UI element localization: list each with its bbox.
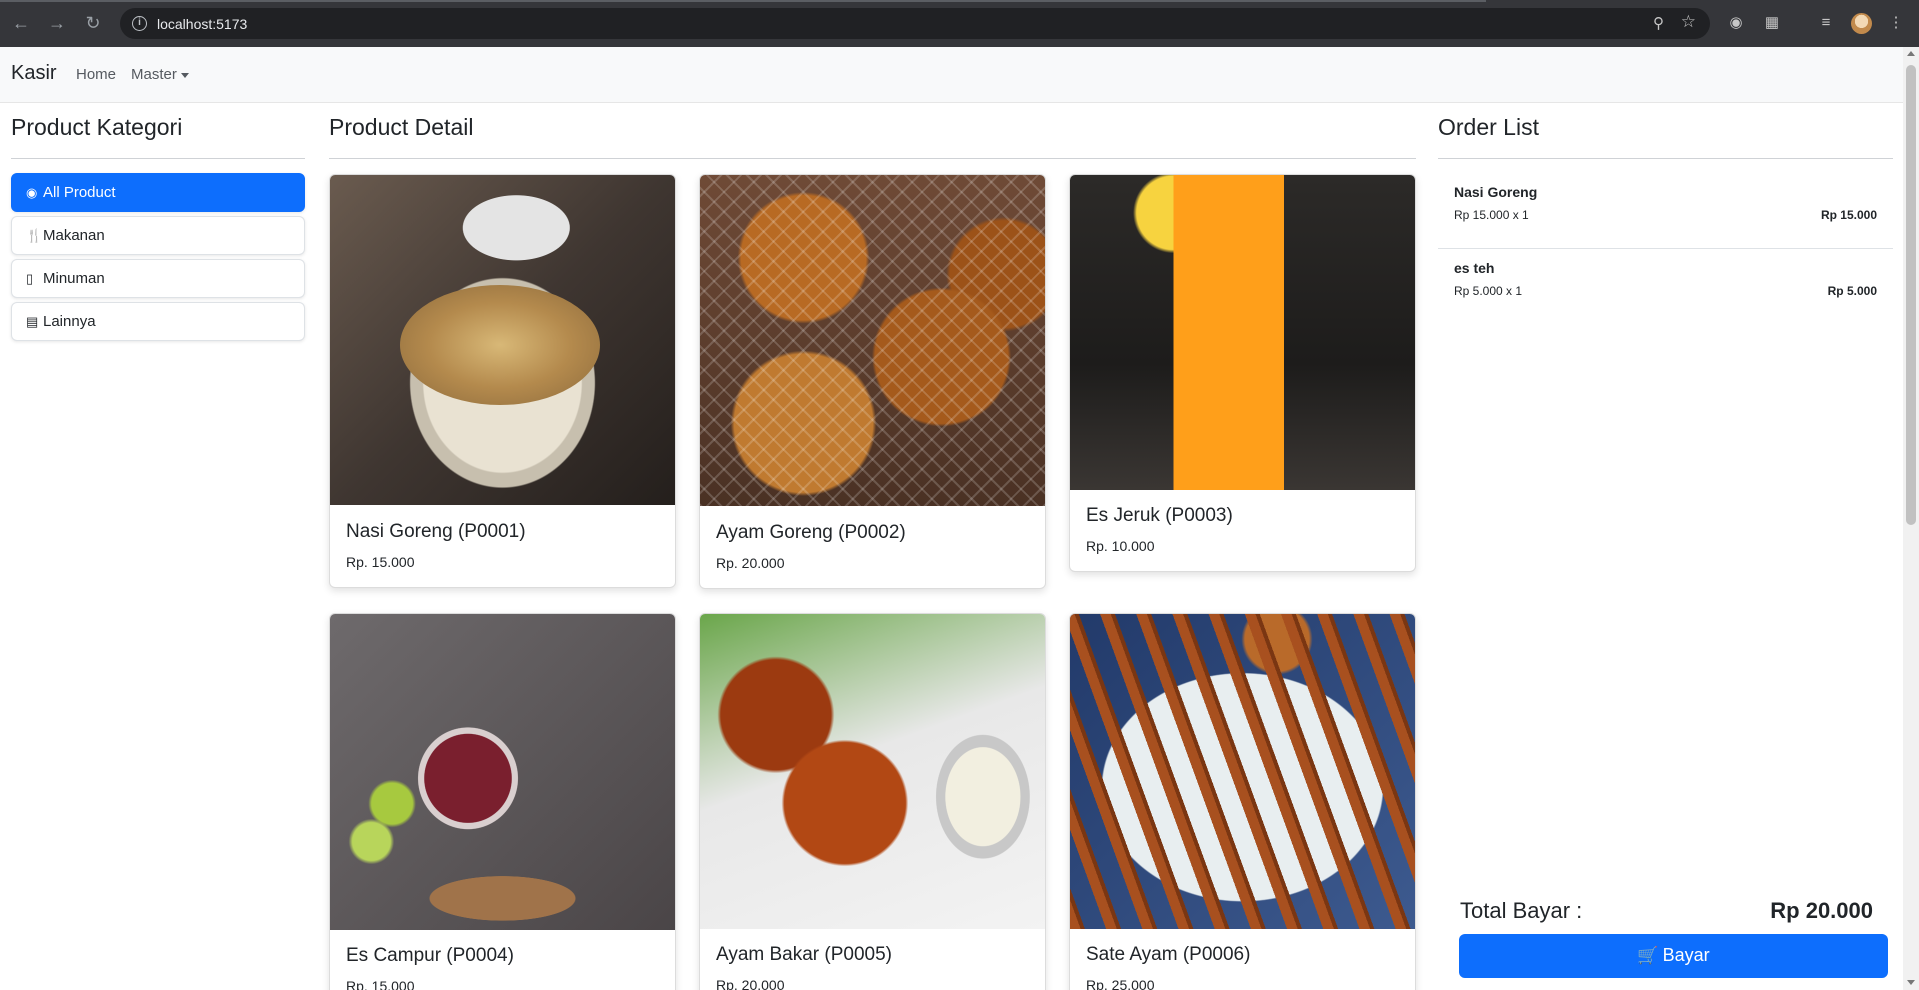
drink-icon: ▯ <box>26 271 34 286</box>
profile-avatar[interactable] <box>1851 13 1872 34</box>
order-list-title: Order List <box>1438 114 1539 140</box>
total-bayar-label: Total Bayar : <box>1460 898 1583 923</box>
product-image <box>700 175 1045 506</box>
scroll-up-icon[interactable] <box>1907 51 1915 56</box>
product-card-p0006[interactable]: Sate Ayam (P0006) Rp. 25.000 <box>1069 613 1416 990</box>
bookmark-star-icon[interactable]: ☆ <box>1681 12 1696 32</box>
app-navbar: Kasir Home Master <box>0 47 1903 103</box>
order-divider <box>1438 158 1893 159</box>
bayar-label: Bayar <box>1662 945 1710 965</box>
reading-list-icon[interactable]: ≡ <box>1815 12 1837 34</box>
page-scrollbar[interactable] <box>1903 47 1919 990</box>
utensils-icon: 🍴 <box>26 228 43 243</box>
product-card-p0005[interactable]: Ayam Bakar (P0005) Rp. 20.000 <box>699 613 1046 990</box>
order-item-total: Rp 5.000 <box>1827 284 1877 298</box>
product-price: Rp. 10.000 <box>1086 538 1155 554</box>
address-url[interactable]: localhost:5173 <box>157 16 247 32</box>
product-divider <box>329 158 1416 159</box>
product-price: Rp. 15.000 <box>346 554 415 570</box>
order-item-qty: Rp 5.000 x 1 <box>1454 284 1523 298</box>
product-image <box>1070 175 1415 490</box>
category-label: Makanan <box>43 227 105 244</box>
product-name: Es Campur (P0004) <box>346 945 514 966</box>
all-product-icon: ◉ <box>26 185 38 200</box>
address-bar[interactable]: i localhost:5173 ⚲ ☆ <box>120 8 1710 39</box>
caret-down-icon <box>180 72 189 78</box>
product-name: Es Jeruk (P0003) <box>1086 505 1233 526</box>
product-price: Rp. 20.000 <box>716 555 785 571</box>
extension-icon[interactable]: ◉ <box>1725 12 1747 34</box>
total-bayar-value: Rp 20.000 <box>1770 898 1873 923</box>
product-price: Rp. 20.000 <box>716 977 785 990</box>
order-separator <box>1438 248 1893 249</box>
browser-toolbar: ← → ↻ i localhost:5173 ⚲ ☆ ◉ ▦ ≡ ⋮ <box>0 0 1919 47</box>
cart-plus-icon: 🛒 <box>1637 946 1659 965</box>
navbar-brand[interactable]: Kasir <box>11 62 57 85</box>
nav-link-home[interactable]: Home <box>76 66 116 83</box>
nav-dropdown-master-label: Master <box>131 66 177 83</box>
order-item[interactable]: es teh Rp 5.000 x 1 Rp 5.000 <box>1438 250 1893 325</box>
puzzle-icon[interactable]: ▦ <box>1761 12 1783 34</box>
product-detail-title: Product Detail <box>329 114 474 140</box>
product-name: Nasi Goreng (P0001) <box>346 521 526 542</box>
product-price: Rp. 15.000 <box>346 978 415 990</box>
scrollbar-thumb[interactable] <box>1906 65 1916 525</box>
forward-icon[interactable]: → <box>46 12 68 34</box>
product-card-p0002[interactable]: Ayam Goreng (P0002) Rp. 20.000 <box>699 174 1046 589</box>
page-load-progress <box>0 0 1486 2</box>
product-name: Ayam Bakar (P0005) <box>716 944 893 965</box>
zoom-icon[interactable]: ⚲ <box>1653 14 1664 32</box>
reload-icon[interactable]: ↻ <box>82 12 104 34</box>
category-label: All Product <box>43 184 116 201</box>
nav-dropdown-master[interactable]: Master <box>131 66 189 83</box>
order-item[interactable]: Nasi Goreng Rp 15.000 x 1 Rp 15.000 <box>1438 174 1893 249</box>
order-item-total: Rp 15.000 <box>1820 208 1877 222</box>
order-item-qty: Rp 15.000 x 1 <box>1454 208 1529 222</box>
scroll-down-icon[interactable] <box>1907 980 1915 985</box>
product-image <box>330 614 675 930</box>
other-icon: ▤ <box>26 314 39 329</box>
site-info-icon[interactable]: i <box>132 16 147 31</box>
category-minuman[interactable]: ▯ Minuman <box>11 259 305 298</box>
product-image <box>1070 614 1415 929</box>
menu-dots-icon[interactable]: ⋮ <box>1885 12 1907 34</box>
bayar-button[interactable]: 🛒 Bayar <box>1459 934 1888 978</box>
category-divider <box>11 158 305 159</box>
category-all-product[interactable]: ◉ All Product <box>11 173 305 212</box>
product-name: Sate Ayam (P0006) <box>1086 944 1251 965</box>
product-price: Rp. 25.000 <box>1086 977 1155 990</box>
category-lainnya[interactable]: ▤ Lainnya <box>11 302 305 341</box>
category-makanan[interactable]: 🍴Makanan <box>11 216 305 255</box>
product-image <box>700 614 1045 929</box>
back-icon[interactable]: ← <box>10 12 32 34</box>
order-item-name: Nasi Goreng <box>1454 184 1538 200</box>
category-label: Minuman <box>43 270 105 287</box>
order-item-name: es teh <box>1454 260 1495 276</box>
category-title: Product Kategori <box>11 114 183 140</box>
product-card-p0004[interactable]: Es Campur (P0004) Rp. 15.000 <box>329 613 676 990</box>
product-name: Ayam Goreng (P0002) <box>716 522 906 543</box>
product-image <box>330 175 675 505</box>
product-card-p0003[interactable]: Es Jeruk (P0003) Rp. 10.000 <box>1069 174 1416 572</box>
product-card-p0001[interactable]: Nasi Goreng (P0001) Rp. 15.000 <box>329 174 676 588</box>
category-label: Lainnya <box>43 313 96 330</box>
